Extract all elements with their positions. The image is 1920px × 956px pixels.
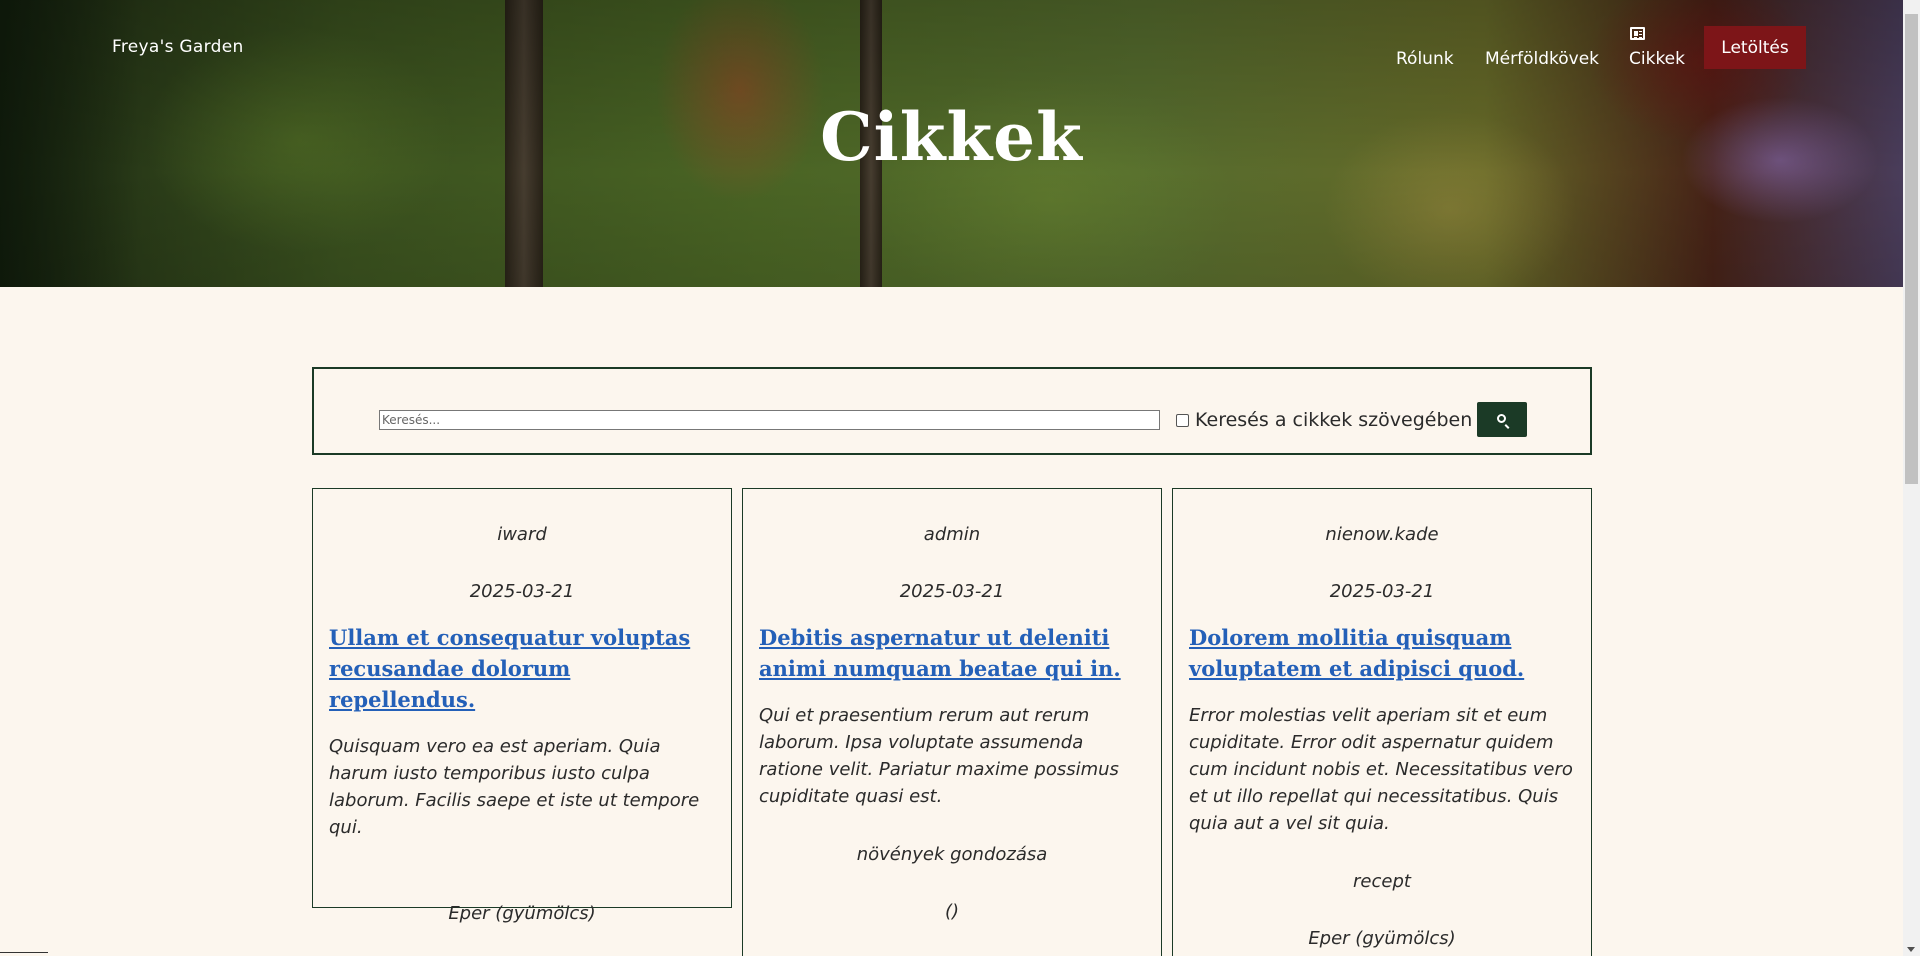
article-date: 2025-03-21 xyxy=(469,581,575,602)
fulltext-label[interactable]: Keresés a cikkek szövegében is xyxy=(1195,409,1493,431)
article-excerpt: Quisquam vero ea est aperiam. Quia harum… xyxy=(329,736,700,838)
article-title-link[interactable]: Debitis aspernatur ut deleniti animi num… xyxy=(759,622,1145,684)
article-tag: recept xyxy=(1353,871,1411,892)
hero-banner: Freya's Garden Rólunk Mérföldkövek Cikke… xyxy=(0,0,1903,287)
article-author: iward xyxy=(497,524,547,545)
search-button[interactable] xyxy=(1477,402,1527,437)
search-input[interactable] xyxy=(379,410,1160,430)
article-tag: Eper (gyümölcs) xyxy=(1308,928,1456,949)
nav-link-articles[interactable]: Cikkek xyxy=(1629,49,1685,69)
brand-link[interactable]: Freya's Garden xyxy=(112,37,244,57)
article-title-link[interactable]: Ullam et consequatur voluptas recusandae… xyxy=(329,622,715,715)
article-tag: () xyxy=(944,901,960,922)
nav-link-milestones[interactable]: Mérföldkövek xyxy=(1485,49,1599,69)
article-card: iward 2025-03-21 Ullam et consequatur vo… xyxy=(312,488,732,924)
article-author: admin xyxy=(923,524,981,545)
search-panel: Keresés a cikkek szövegében is xyxy=(312,367,1592,455)
article-date: 2025-03-21 xyxy=(1329,581,1435,602)
page-title: Cikkek xyxy=(820,98,1083,176)
article-date: 2025-03-21 xyxy=(899,581,1005,602)
scrollbar-thumb[interactable] xyxy=(1905,14,1918,484)
article-title-link[interactable]: Dolorem mollitia quisquam voluptatem et … xyxy=(1189,622,1575,684)
article-tag: Eper (gyümölcs) xyxy=(448,903,596,924)
download-button[interactable]: Letöltés xyxy=(1704,26,1806,69)
fulltext-checkbox[interactable] xyxy=(1176,414,1189,427)
article-excerpt: Qui et praesentium rerum aut rerum labor… xyxy=(759,705,1119,807)
article-card: nienow.kade 2025-03-21 Dolorem mollitia … xyxy=(1172,488,1592,956)
page-scrollbar[interactable] xyxy=(1903,0,1920,956)
nav-link-about[interactable]: Rólunk xyxy=(1396,49,1454,69)
divider xyxy=(0,952,48,953)
article-card: admin 2025-03-21 Debitis aspernatur ut d… xyxy=(742,488,1162,956)
newspaper-icon[interactable] xyxy=(1630,27,1645,40)
article-excerpt: Error molestias velit aperiam sit et eum… xyxy=(1189,705,1573,834)
article-tag: növények gondozása xyxy=(856,844,1048,865)
search-icon xyxy=(1497,414,1506,423)
article-author: nienow.kade xyxy=(1325,524,1439,545)
scroll-down-arrow-icon[interactable] xyxy=(1907,947,1915,952)
